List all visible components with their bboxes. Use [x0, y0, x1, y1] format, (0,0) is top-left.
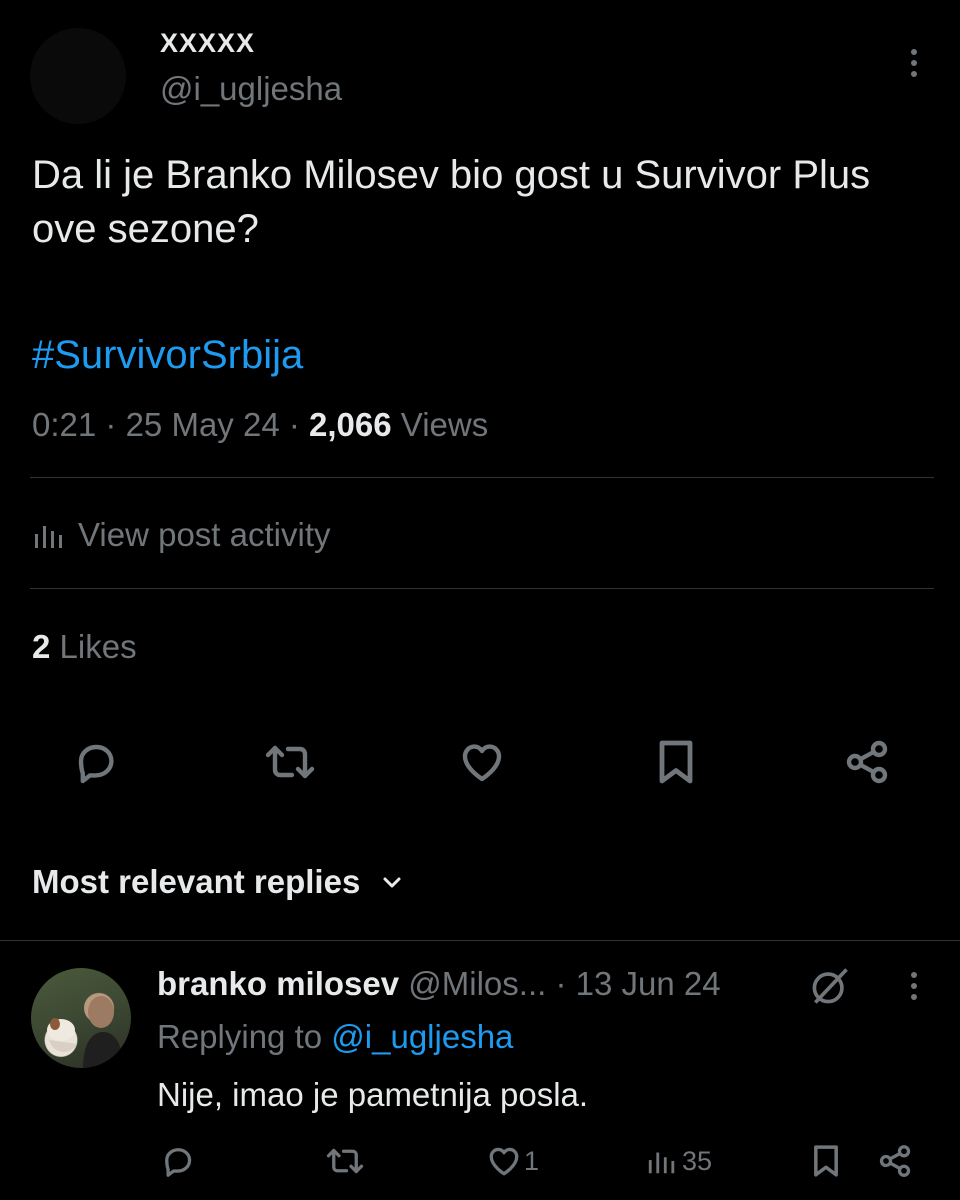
analytics-icon	[648, 1152, 675, 1174]
reply-button[interactable]	[70, 736, 122, 788]
bookmark-button[interactable]	[650, 736, 702, 788]
post-text: Da li je Branko Milosev bio gost u Survi…	[32, 153, 871, 251]
replies-sort-dropdown[interactable]: Most relevant replies	[32, 860, 404, 904]
post-time: 0:21	[32, 406, 97, 443]
view-post-activity-label: View post activity	[78, 516, 331, 553]
more-options-button[interactable]	[898, 44, 930, 84]
reply-avatar[interactable]	[31, 968, 131, 1068]
more-vertical-icon	[911, 972, 917, 1000]
replying-to-handle[interactable]: @i_ugljesha	[331, 1018, 513, 1055]
replying-to: Replying to @i_ugljesha	[157, 1016, 513, 1058]
post-meta: 0:21 · 25 May 24 · 2,066 Views	[32, 404, 488, 446]
reply-icon	[78, 744, 114, 784]
post-date[interactable]: 25 May 24	[126, 406, 280, 443]
reply-item[interactable]: branko milosev @Milos... · 13 Jun 24 Rep…	[0, 941, 960, 1200]
likes-count: 2	[32, 628, 51, 665]
reply-author-name[interactable]: branko milosev	[157, 965, 399, 1002]
reply-more-options-button[interactable]	[898, 967, 930, 1007]
author-handle[interactable]: @i_ugljesha	[160, 70, 342, 108]
reply-views-button[interactable]: 35	[646, 1141, 712, 1181]
reply-text: Nije, imao je pametnija posla.	[157, 1076, 589, 1113]
reply-author-handle[interactable]: @Milos...	[408, 965, 546, 1002]
reply-date[interactable]: 13 Jun 24	[576, 965, 721, 1002]
replying-to-label: Replying to	[157, 1018, 323, 1055]
view-post-activity-button[interactable]: View post activity	[32, 512, 331, 558]
reply-views-count: 35	[682, 1145, 713, 1176]
author-name[interactable]: XXXXX	[160, 28, 255, 59]
reply-like-button[interactable]: 1	[486, 1141, 539, 1181]
avatar-photo-icon	[47, 996, 123, 1068]
likes-label: Likes	[59, 628, 137, 665]
separator: ·	[555, 965, 567, 1002]
share-icon	[879, 1145, 911, 1177]
reply-share-button[interactable]	[874, 1141, 916, 1181]
retweet-icon	[326, 1148, 364, 1174]
author-avatar[interactable]	[30, 28, 126, 124]
views-count: 2,066	[309, 406, 392, 443]
divider	[30, 477, 934, 478]
like-icon	[489, 1147, 519, 1176]
hashtag-link[interactable]: #SurvivorSrbija	[32, 328, 303, 382]
retweet-icon	[265, 745, 315, 779]
grok-icon	[812, 968, 848, 1004]
bookmark-icon	[814, 1145, 838, 1177]
bookmark-icon	[659, 740, 693, 784]
reply-retweet-button[interactable]	[324, 1141, 366, 1181]
like-button[interactable]	[455, 736, 509, 788]
like-icon	[462, 744, 502, 782]
chevron-down-icon	[383, 877, 401, 888]
separator: ·	[288, 406, 300, 443]
reply-reply-button[interactable]	[158, 1141, 198, 1181]
reply-like-count: 1	[524, 1145, 540, 1176]
reply-header: branko milosev @Milos... · 13 Jun 24	[157, 963, 837, 1005]
reply-icon	[165, 1148, 192, 1177]
views-label: Views	[400, 406, 489, 443]
separator: ·	[105, 406, 117, 443]
analytics-icon	[35, 526, 62, 548]
replies-sort-label: Most relevant replies	[32, 863, 361, 900]
share-button[interactable]	[840, 736, 894, 788]
more-vertical-icon	[911, 49, 917, 77]
retweet-button[interactable]	[262, 736, 318, 788]
divider	[30, 588, 934, 589]
likes-summary[interactable]: 2 Likes	[32, 626, 137, 668]
reply-bookmark-button[interactable]	[806, 1141, 846, 1181]
share-icon	[846, 740, 888, 784]
grok-button[interactable]	[808, 964, 852, 1008]
